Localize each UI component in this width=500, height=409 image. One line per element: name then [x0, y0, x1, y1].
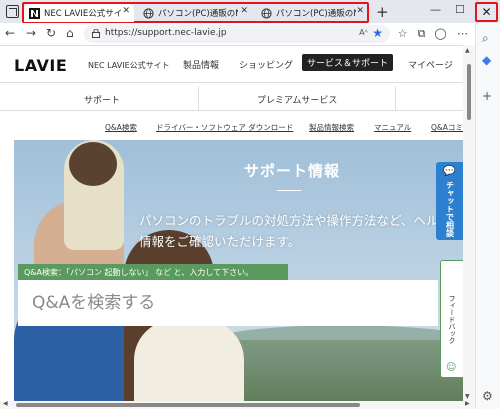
tab-title: NEC LAVIE公式サイト > サポート [44, 9, 124, 19]
lavie-logo[interactable]: LAVIE [14, 56, 67, 75]
url-text: https://support.nec-lavie.jp [105, 28, 227, 38]
extensions-icon[interactable]: ⧉ [415, 27, 428, 40]
qa-search-hint: Q&A検索：「パソコン 起動しない」 など と、入力して下さい。 [18, 264, 288, 280]
smile-icon: ☺ [446, 362, 457, 373]
nec-favicon-icon [29, 7, 40, 19]
feedback-tab[interactable]: フィードバック [440, 260, 463, 378]
close-icon: ✕ [481, 5, 492, 19]
lock-icon [92, 29, 100, 38]
subnav-premium[interactable]: プレミアムサービス [257, 93, 337, 106]
copilot-icon[interactable]: ◆ [482, 53, 491, 67]
tab-lavie-shop-2[interactable]: パソコン(PC)通販のNEC LAVIE ✕ [256, 4, 368, 22]
sidebar-search-icon[interactable]: ⌕ [482, 31, 489, 46]
logo-subtitle: NEC LAVIE公式サイト [88, 61, 170, 70]
chat-tab-label: チャットで相談 [445, 181, 455, 237]
forward-button[interactable]: → [26, 26, 36, 40]
browser-sidebar: ⌕ ◆ + ⚙ [475, 23, 500, 409]
favorites-icon[interactable]: ☆ [396, 27, 409, 40]
new-tab-button[interactable]: + [376, 3, 389, 21]
hero-photo-blouse [134, 320, 244, 409]
tab-actions-icon[interactable] [6, 5, 19, 18]
maximize-button[interactable]: ☐ [455, 3, 465, 16]
tab-close-icon[interactable]: ✕ [240, 6, 248, 16]
back-button[interactable]: ← [5, 26, 15, 40]
scroll-up-icon[interactable]: ▲ [465, 47, 470, 54]
read-aloud-icon[interactable]: Aᴬ [359, 28, 368, 37]
divider [395, 86, 396, 110]
divider [198, 86, 199, 110]
divider [0, 110, 463, 111]
more-menu-icon[interactable]: ⋯ [456, 27, 469, 40]
favorite-star-icon[interactable]: ★ [372, 26, 383, 40]
hero-photo-child-head [69, 142, 117, 186]
hero-description: パソコンのトラブルの対処方法や操作方法など、ヘルプ情報をご確認いただけます。 [139, 213, 451, 249]
qa-search-input[interactable] [18, 280, 438, 326]
link-qa-community[interactable]: Q&Aコミュ [431, 122, 463, 133]
nav-service-support[interactable]: サービス＆サポート [302, 54, 393, 71]
scroll-left-icon[interactable]: ◀ [3, 400, 8, 407]
tab-close-icon[interactable]: ✕ [356, 6, 364, 16]
globe-icon [261, 7, 272, 19]
hero-rule [277, 190, 301, 191]
tab-title: パソコン(PC)通販のNEC LAVIE [276, 9, 356, 19]
hero-banner: サポート情報 パソコンのトラブルの対処方法や操作方法など、ヘルプ情報をご確認いた… [14, 140, 463, 409]
sidebar-add-icon[interactable]: + [482, 89, 492, 103]
horizontal-scroll-thumb[interactable] [16, 403, 360, 407]
nav-label: サービス＆サポート [306, 59, 388, 69]
globe-icon [143, 7, 154, 19]
profile-icon[interactable]: ◯ [434, 27, 447, 40]
nav-shopping[interactable]: ショッピング [239, 58, 293, 71]
minimize-button[interactable]: — [430, 3, 441, 16]
link-manual[interactable]: マニュアル [374, 122, 411, 133]
chat-bubble-icon: 💬 [443, 166, 456, 177]
hero-title: サポート情報 [244, 162, 341, 180]
tab-title: パソコン(PC)通販のNEC LAVIE [158, 9, 238, 19]
address-bar[interactable]: https://support.nec-lavie.jp Aᴬ ★ [84, 25, 390, 43]
tab-lavie-shop-1[interactable]: パソコン(PC)通販のNEC LAVIE ✕ [138, 4, 252, 22]
scroll-right-icon[interactable]: ▶ [465, 400, 470, 407]
nav-mypage[interactable]: マイページ [408, 58, 453, 71]
nav-products[interactable]: 製品情報 [183, 58, 219, 71]
tab-nec-support[interactable]: NEC LAVIE公式サイト > サポート ✕ [24, 4, 134, 22]
home-button[interactable]: ⌂ [66, 26, 74, 40]
tab-strip: NEC LAVIE公式サイト > サポート ✕ パソコン(PC)通販のNEC L… [0, 0, 500, 23]
feedback-tab-label: フィードバック [448, 294, 456, 344]
web-page: LAVIE NEC LAVIE公式サイト 製品情報 ショッピング サービス＆サポ… [0, 45, 463, 409]
scroll-down-icon[interactable]: ▼ [465, 393, 470, 400]
address-bar-row: ← → ↻ ⌂ https://support.nec-lavie.jp Aᴬ … [0, 23, 500, 45]
link-driver-download[interactable]: ドライバー・ソフトウェア ダウンロード [156, 122, 293, 133]
window-close-button[interactable]: ✕ [475, 2, 498, 22]
divider [0, 82, 463, 83]
link-product-info[interactable]: 製品情報検索 [309, 122, 354, 133]
subnav-support[interactable]: サポート [84, 93, 120, 106]
tab-close-icon[interactable]: ✕ [122, 6, 130, 16]
sidebar-settings-icon[interactable]: ⚙ [482, 389, 493, 403]
link-qa-search[interactable]: Q&A検索 [105, 122, 137, 133]
refresh-button[interactable]: ↻ [46, 26, 56, 40]
vertical-scroll-thumb[interactable] [467, 64, 471, 120]
